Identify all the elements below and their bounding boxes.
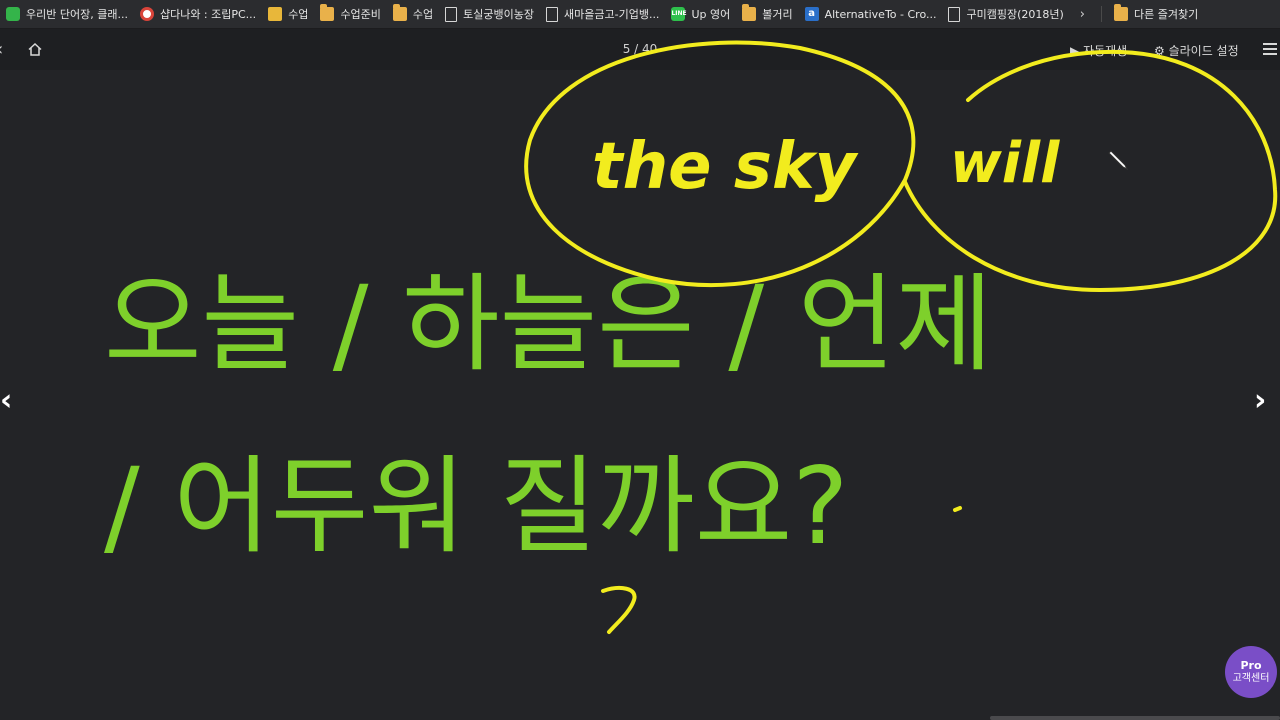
home-icon[interactable] [28, 41, 42, 60]
bookmark-1[interactable]: 샵다나와 : 조립PC... [134, 3, 262, 25]
classcard-icon [6, 7, 20, 21]
other-bookmarks-label: 다른 즐겨찾기 [1133, 8, 1199, 21]
bookmark-label: 우리반 단어장, 클래... [26, 8, 128, 21]
page-icon [546, 6, 559, 22]
customer-center-button[interactable]: Pro 고객센터 [1225, 646, 1277, 698]
bookmark-label: 샵다나와 : 조립PC... [159, 8, 257, 21]
image-icon [268, 7, 283, 21]
bookmark-9[interactable]: a AlternativeTo - Cro... [799, 3, 943, 25]
slide-text-line2: / 어두워 질까요? [104, 445, 849, 568]
presentation-toolbar: ‹ 5 / 40 ▶ 자동재생 ⚙ 슬라이드 설정 [0, 29, 1280, 70]
bookmark-3[interactable]: 수업준비 [314, 3, 386, 25]
bookmarks-divider [1100, 6, 1102, 22]
bookmark-label: 수업 [412, 8, 434, 21]
bookmark-0[interactable]: 우리반 단어장, 클래... [0, 3, 134, 25]
bookmark-2[interactable]: 수업 [262, 3, 314, 25]
prev-slide-button[interactable]: ‹ [0, 386, 12, 416]
bookmark-label: AlternativeTo - Cro... [824, 7, 937, 21]
bookmark-label: 구미캠핑장(2018년) [966, 8, 1064, 21]
page-icon [948, 6, 961, 22]
bookmark-label: 수업 [288, 8, 309, 21]
slide-settings-button[interactable]: ⚙ 슬라이드 설정 [1154, 42, 1239, 59]
pro-badge: Pro [1240, 659, 1262, 672]
next-slide-button[interactable]: › [1254, 386, 1266, 416]
bookmark-5[interactable]: 토실궁뱅이농장 [439, 3, 540, 25]
folder-icon [320, 4, 335, 21]
other-bookmarks[interactable]: 다른 즐겨찾기 [1108, 3, 1204, 25]
bookmark-7[interactable]: LINE Up 영어 [665, 3, 736, 25]
bookmark-4[interactable]: 수업 [387, 3, 439, 25]
menu-icon[interactable] [1263, 43, 1277, 58]
page-icon [445, 6, 458, 22]
back-icon[interactable]: ‹ [0, 39, 3, 60]
bookmark-label: 볼거리 [762, 8, 793, 21]
folder-icon [392, 4, 407, 21]
danawa-icon [139, 7, 154, 21]
horizontal-scrollbar[interactable] [990, 716, 1280, 720]
customer-center-label: 고객센터 [1232, 673, 1270, 684]
bookmark-6[interactable]: 새마을금고-기업뱅... [540, 3, 665, 25]
bookmarks-bar: 우리반 단어장, 클래... 샵다나와 : 조립PC... 수업 수업준비 수업… [0, 0, 1280, 29]
pencil-cursor-icon [1108, 148, 1130, 174]
slide-text-line1: 오늘 / 하늘은 / 언제 [104, 263, 993, 386]
folder-icon [742, 4, 757, 21]
alternativeto-icon: a [804, 7, 819, 21]
bookmark-8[interactable]: 볼거리 [736, 3, 798, 25]
bookmarks-overflow-button[interactable]: › [1070, 7, 1095, 22]
slide-canvas [0, 70, 1280, 720]
bookmark-label: 새마을금고-기업뱅... [564, 8, 660, 21]
bookmark-10[interactable]: 구미캠핑장(2018년) [942, 3, 1069, 25]
bookmark-label: Up 영어 [691, 8, 731, 21]
folder-icon [1113, 4, 1128, 21]
autoplay-button[interactable]: ▶ 자동재생 [1070, 42, 1127, 59]
bookmark-label: 토실궁뱅이농장 [463, 8, 535, 21]
page-indicator: 5 / 40 [622, 42, 658, 56]
line-icon: LINE [671, 7, 687, 21]
bookmark-label: 수업준비 [340, 8, 381, 21]
